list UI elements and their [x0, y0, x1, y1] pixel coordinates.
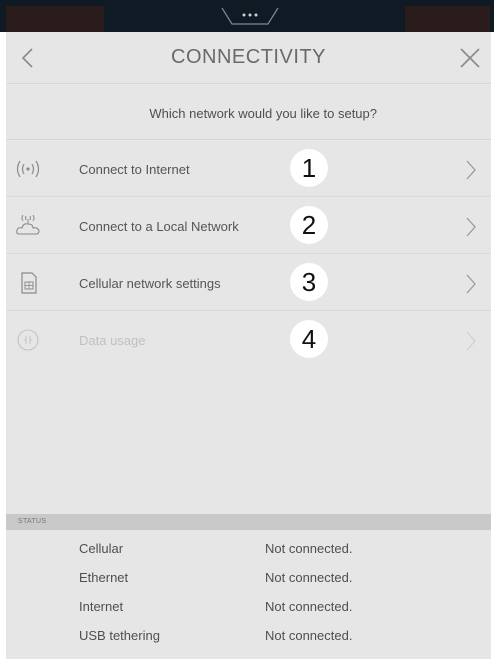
sim-card-icon	[21, 272, 37, 294]
menu-item-connect-local-network[interactable]: Connect to a Local Network 2	[6, 198, 491, 254]
page-title: CONNECTIVITY	[171, 46, 326, 68]
status-row-internet: Internet Not connected.	[6, 592, 491, 621]
close-icon[interactable]	[458, 46, 482, 70]
connectivity-screen: CONNECTIVITY Which network would you lik…	[6, 32, 491, 659]
status-value: Not connected.	[265, 599, 353, 614]
status-value: Not connected.	[265, 570, 353, 585]
status-section-header: STATUS	[6, 514, 491, 530]
status-row-usb-tethering: USB tethering Not connected.	[6, 621, 491, 650]
cloud-network-icon	[16, 214, 40, 235]
setup-question: Which network would you like to setup?	[6, 85, 491, 140]
empty-area	[6, 366, 491, 514]
chevron-right-icon	[466, 217, 476, 237]
status-name: Cellular	[79, 541, 124, 556]
status-name: USB tethering	[79, 628, 160, 643]
chevron-right-icon	[466, 160, 476, 180]
menu-item-connect-internet[interactable]: Connect to Internet 1	[6, 141, 491, 197]
chevron-right-icon	[466, 274, 476, 294]
status-list: Cellular Not connected. Ethernet Not con…	[6, 530, 491, 659]
menu-item-label: Cellular network settings	[79, 276, 221, 291]
status-name: Ethernet	[79, 570, 129, 585]
menu-item-cellular-settings[interactable]: Cellular network settings 3	[6, 255, 491, 311]
device-top-bar	[0, 0, 494, 32]
question-text: Which network would you like to setup?	[149, 106, 377, 121]
status-row-ethernet: Ethernet Not connected.	[6, 563, 491, 592]
pull-down-handle-icon[interactable]	[220, 6, 280, 30]
top-bar-left-block	[6, 6, 104, 32]
header-bar: CONNECTIVITY	[6, 32, 491, 84]
data-usage-icon	[17, 329, 39, 351]
status-header-label: STATUS	[18, 518, 47, 525]
chevron-left-icon[interactable]	[16, 46, 40, 70]
step-number-badge: 1	[290, 149, 328, 187]
status-value: Not connected.	[265, 628, 353, 643]
status-value: Not connected.	[265, 541, 353, 556]
status-row-cellular: Cellular Not connected.	[6, 534, 491, 563]
step-number-badge: 2	[290, 206, 328, 244]
menu-item-data-usage: Data usage 4	[6, 312, 491, 368]
step-number-badge: 4	[290, 320, 328, 358]
step-number-badge: 3	[290, 263, 328, 301]
wireless-signal-icon	[16, 160, 40, 178]
status-name: Internet	[79, 599, 124, 614]
chevron-right-icon	[466, 331, 476, 351]
menu-item-label: Data usage	[79, 333, 146, 348]
menu-item-label: Connect to Internet	[79, 162, 190, 177]
menu-item-label: Connect to a Local Network	[79, 219, 239, 234]
top-bar-right-block	[405, 6, 490, 32]
